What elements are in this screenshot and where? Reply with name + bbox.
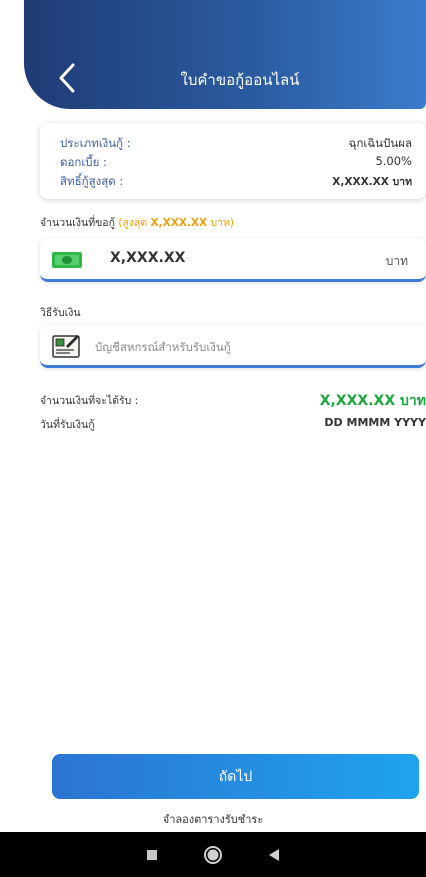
next-button[interactable]: ถัดไป [52,754,419,799]
max-amount-hint: (สูงสุด X,XXX.XX บาท) [118,217,234,229]
receive-method-select[interactable]: บัญชีสหกรณ์สำหรับรับเงินกู้ [40,324,426,368]
receive-amount-row: จำนวนเงินที่จะได้รับ : X,XXX.XX บาท [40,392,426,412]
loan-type-value: ฉุกเฉินปันผล [348,136,412,150]
recent-apps-button[interactable] [140,843,164,867]
max-right-row: สิทธิ์กู้สูงสุด : X,XXX.XX บาท [60,173,412,191]
page-title: ใบคำขอกู้ออนไลน์ [180,71,300,89]
system-nav-bar [0,832,426,877]
max-prefix: (สูงสุด [118,217,148,229]
receive-date-row: วันที่รับเงินกู้ DD MMMM YYYY [40,416,426,433]
loan-amount-value: X,XXX.XX [110,250,186,266]
receive-method-value: บัญชีสหกรณ์สำหรับรับเงินกู้ [95,340,231,354]
receive-date-value: DD MMMM YYYY [324,416,426,429]
interest-row: ดอกเบี้ย : 5.00% [60,154,412,172]
loan-type-label: ประเภทเงินกู้ : [60,136,131,150]
interest-value: 5.00% [375,154,412,168]
loan-amount-field[interactable]: X,XXX.XX บาท [40,238,426,282]
max-right-value: X,XXX.XX บาท [332,176,412,188]
max-value: X,XXX.XX [150,217,208,229]
loan-amount-label: จำนวนเงินที่ขอกู้ (สูงสุด X,XXX.XX บาท) [40,214,234,231]
back-nav-button[interactable] [262,843,286,867]
receive-date-label: วันที่รับเงินกู้ [40,419,95,431]
receive-method-label: วิธีรับเงิน [40,307,81,319]
square-icon [147,850,157,860]
loan-amount-unit: บาท [385,254,408,268]
header-bar [24,0,426,109]
loan-amount-label-text: จำนวนเงินที่ขอกู้ [40,217,115,229]
home-button[interactable] [201,843,225,867]
receive-amount-label: จำนวนเงินที่จะได้รับ : [40,395,139,407]
max-right-label: สิทธิ์กู้สูงสุด : [60,174,124,188]
schedule-simulation-link[interactable]: จำลองตารางรับชำระ [0,810,426,828]
triangle-back-icon [269,849,279,861]
circle-icon [204,846,222,864]
back-button[interactable] [52,60,82,96]
chevron-left-icon [59,63,75,93]
loan-info-card: ประเภทเงินกู้ : ฉุกเฉินปันผล ดอกเบี้ย : … [40,123,426,199]
cash-icon [52,252,82,268]
bank-book-icon [52,335,80,358]
receive-amount-value: X,XXX.XX บาท [319,393,426,409]
interest-label: ดอกเบี้ย : [60,155,107,169]
max-suffix: บาท) [210,217,235,229]
loan-type-row: ประเภทเงินกู้ : ฉุกเฉินปันผล [60,135,412,153]
